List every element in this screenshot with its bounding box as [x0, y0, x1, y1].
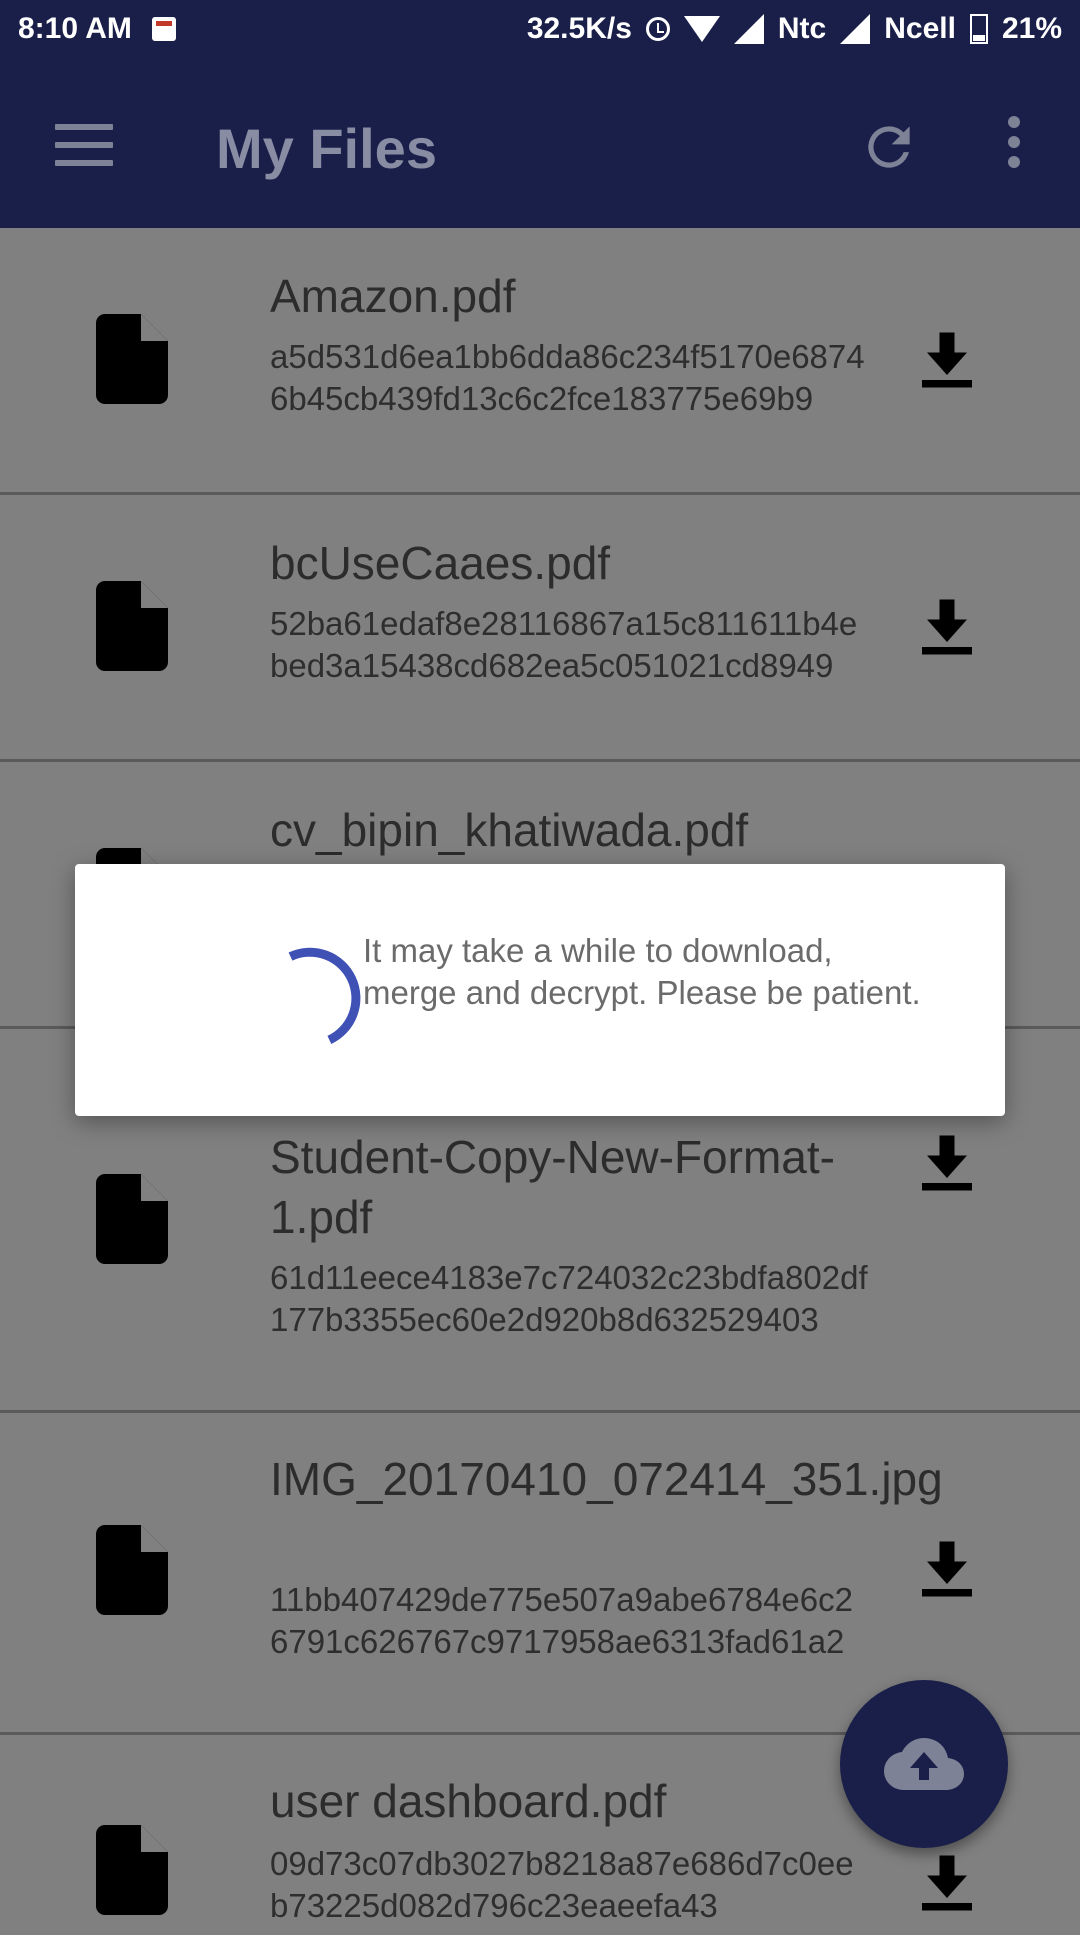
status-time: 8:10 AM: [18, 12, 132, 45]
carrier-1: Ntc: [777, 12, 827, 45]
status-bar: 8:10 AM 32.5K/s Ntc Ncell 21%: [0, 0, 1080, 62]
page-title: My Files: [216, 117, 437, 180]
more-vert-icon[interactable]: [1000, 116, 1028, 178]
dialog-message: It may take a while to download, merge a…: [363, 932, 921, 1011]
app-bar: My Files: [0, 62, 1080, 228]
file-name: IMG_20170410_072414_351.jpg: [270, 1453, 943, 1505]
file-hash: 11bb407429de775e507a9abe6784e6c26791c626…: [270, 1581, 853, 1660]
refresh-icon[interactable]: [858, 116, 920, 178]
file-row[interactable]: bcUseCaaes.pdf 52ba61edaf8e28116867a15c8…: [0, 495, 1080, 762]
battery-level: 21%: [1001, 12, 1062, 45]
file-row[interactable]: Amazon.pdf a5d531d6ea1bb6dda86c234f5170e…: [0, 228, 1080, 495]
download-icon[interactable]: [922, 1135, 972, 1191]
battery-icon: [969, 14, 988, 44]
file-icon: [96, 1174, 168, 1264]
file-hash: 61d11eece4183e7c724032c23bdfa802df177b33…: [270, 1259, 868, 1338]
download-icon[interactable]: [922, 1541, 972, 1597]
file-name: cv_bipin_khatiwada.pdf: [270, 804, 749, 856]
upload-fab-button[interactable]: [840, 1680, 1008, 1848]
file-name: Amazon.pdf: [270, 270, 516, 322]
file-hash: a5d531d6ea1bb6dda86c234f5170e68746b45cb4…: [270, 338, 865, 417]
menu-icon[interactable]: [55, 124, 113, 166]
file-name: user dashboard.pdf: [270, 1775, 667, 1827]
loading-spinner: [288, 947, 361, 1044]
wifi-icon: [683, 16, 720, 42]
signal-icon-2: [840, 14, 871, 44]
signal-icon: [733, 14, 764, 44]
file-name: bcUseCaaes.pdf: [270, 537, 611, 589]
file-hash: 52ba61edaf8e28116867a15c811611b4ebed3a15…: [270, 605, 858, 684]
network-speed: 32.5K/s: [526, 12, 632, 45]
file-hash: 09d73c07db3027b8218a87e686d7c0eeb73225d0…: [270, 1845, 854, 1924]
download-icon[interactable]: [922, 1855, 972, 1911]
file-icon: [96, 581, 168, 671]
download-icon[interactable]: [922, 599, 972, 655]
file-icon: [96, 314, 168, 404]
progress-dialog: It may take a while to download, merge a…: [75, 864, 1005, 1116]
file-icon: [96, 1825, 168, 1915]
download-icon[interactable]: [922, 332, 972, 388]
alarm-icon: [645, 17, 670, 41]
file-icon: [96, 1525, 168, 1615]
calendar-icon: [151, 17, 176, 41]
carrier-2: Ncell: [884, 12, 956, 45]
file-name: Student-Copy-New-Format-1.pdf: [270, 1131, 835, 1243]
cloud-upload-icon: [884, 1738, 964, 1790]
